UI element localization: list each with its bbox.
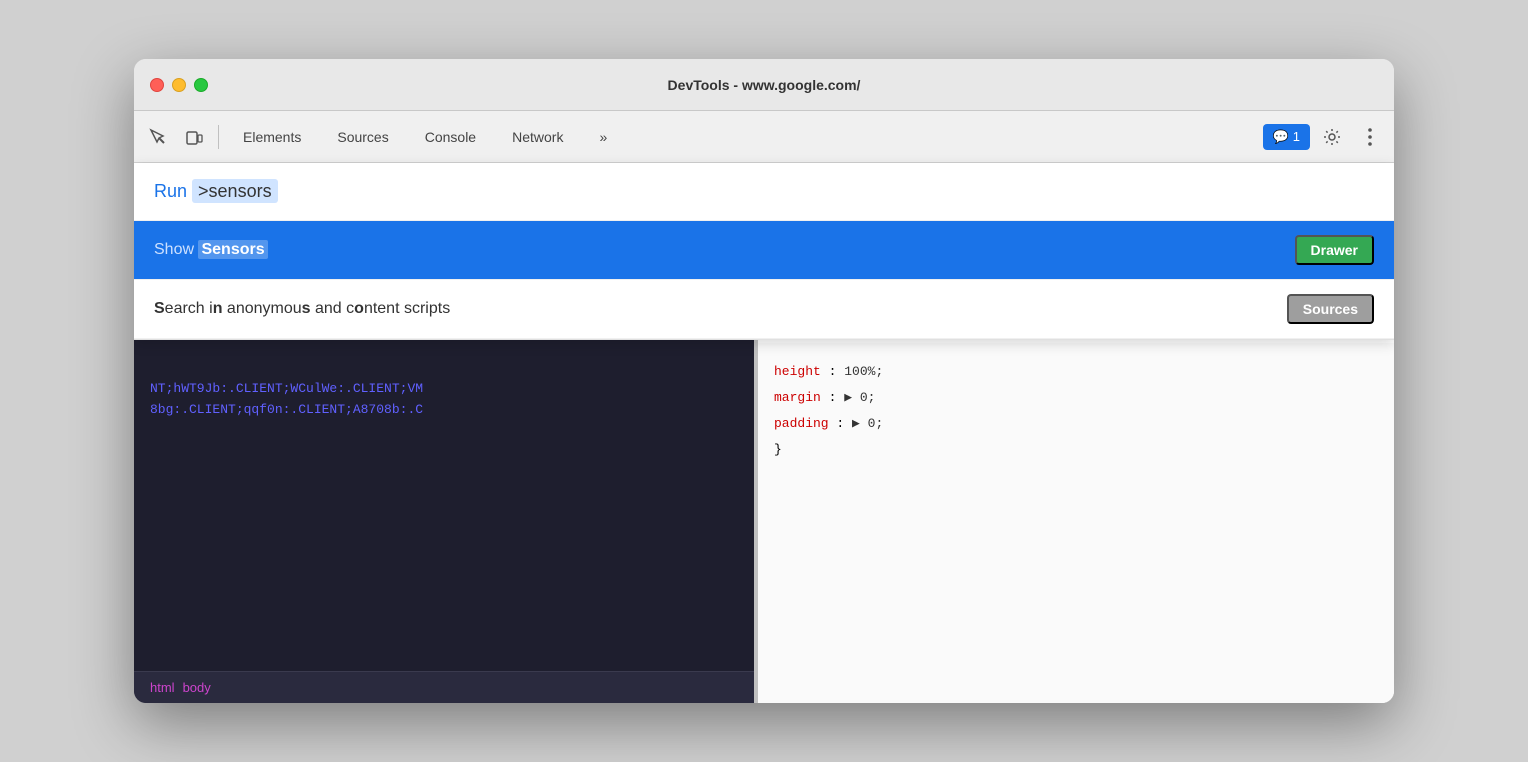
result-label-search-scripts: Search in anonymous and content scripts [154, 300, 1287, 318]
css-margin-line: margin : ▶ 0; [774, 385, 1378, 411]
maximize-button[interactable] [194, 78, 208, 92]
minimize-button[interactable] [172, 78, 186, 92]
tab-more[interactable]: » [583, 123, 623, 151]
css-closing-brace: } [774, 437, 1378, 463]
more-options-button[interactable] [1354, 121, 1386, 153]
css-prop-padding: padding [774, 416, 829, 431]
command-input-row[interactable]: Run >sensors [134, 163, 1394, 221]
css-prop-margin: margin [774, 390, 821, 405]
notification-button[interactable]: 💬 1 [1263, 124, 1310, 150]
sources-badge-button[interactable]: Sources [1287, 294, 1374, 324]
notification-count: 1 [1293, 129, 1300, 144]
tab-elements[interactable]: Elements [227, 123, 317, 151]
inspect-element-button[interactable] [142, 121, 174, 153]
code-line-2: 8bg:.CLIENT;qqf0n:.CLIENT;A8708b:.C [150, 400, 738, 421]
code-line-1: NT;hWT9Jb:.CLIENT;WCulWe:.CLIENT;VM [150, 379, 738, 400]
styles-panel: height : 100%; margin : ▶ 0; padding : ▶… [758, 343, 1394, 703]
drawer-badge-button[interactable]: Drawer [1295, 235, 1374, 265]
css-prop-height: height [774, 364, 821, 379]
code-area: NT;hWT9Jb:.CLIENT;WCulWe:.CLIENT;VM 8bg:… [134, 363, 754, 671]
breadcrumb-body[interactable]: body [183, 680, 211, 695]
toolbar-separator [218, 125, 219, 149]
result-label-show-sensors: Show Sensors [154, 241, 1295, 259]
window-title: DevTools - www.google.com/ [668, 77, 861, 93]
css-height-line: height : 100%; [774, 359, 1378, 385]
device-toolbar-button[interactable] [178, 121, 210, 153]
devtools-body: Run >sensors Show Sensors Drawer Search … [134, 163, 1394, 703]
css-value-margin: ▶ 0; [844, 390, 875, 405]
command-prefix: Run [154, 181, 192, 201]
command-result-search-scripts[interactable]: Search in anonymous and content scripts … [134, 280, 1394, 339]
command-query: >sensors [192, 179, 278, 203]
tab-sources[interactable]: Sources [321, 123, 404, 151]
devtools-toolbar: Elements Sources Console Network » 💬 1 [134, 111, 1394, 163]
notification-icon: 💬 [1273, 129, 1289, 145]
toolbar-right: 💬 1 [1263, 121, 1386, 153]
breadcrumb-html[interactable]: html [150, 680, 175, 695]
command-result-show-sensors[interactable]: Show Sensors Drawer [134, 221, 1394, 280]
tab-network[interactable]: Network [496, 123, 579, 151]
settings-button[interactable] [1316, 121, 1348, 153]
titlebar: DevTools - www.google.com/ [134, 59, 1394, 111]
traffic-lights [150, 78, 208, 92]
command-palette: Run >sensors Show Sensors Drawer Search … [134, 163, 1394, 340]
css-padding-line: padding : ▶ 0; [774, 411, 1378, 437]
devtools-window: DevTools - www.google.com/ Elements Sour… [134, 59, 1394, 703]
close-button[interactable] [150, 78, 164, 92]
css-value-height: 100%; [844, 364, 883, 379]
css-value-padding: ▶ 0; [852, 416, 883, 431]
breadcrumb-bar: html body [134, 671, 754, 703]
tab-console[interactable]: Console [409, 123, 492, 151]
